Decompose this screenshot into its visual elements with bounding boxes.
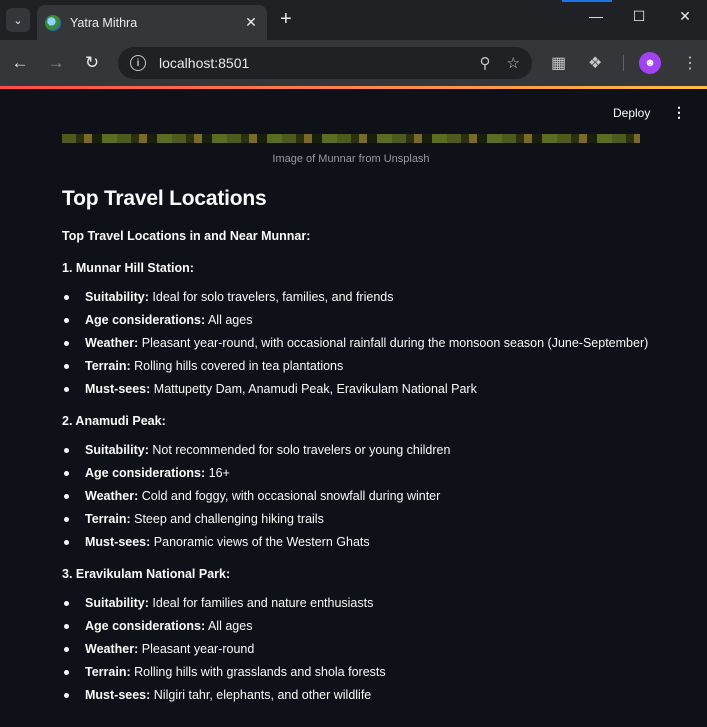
- forward-arrow-icon[interactable]: →: [45, 52, 67, 74]
- url-text[interactable]: localhost:8501: [159, 55, 464, 71]
- app-main: Deploy ⋮ Image of Munnar from Unsplash T…: [0, 89, 707, 727]
- list-item: Age considerations: 16+: [62, 466, 662, 481]
- list-item: Terrain: Rolling hills with grasslands a…: [62, 665, 662, 680]
- maximize-icon[interactable]: ☐: [616, 8, 662, 25]
- list-item: Terrain: Steep and challenging hiking tr…: [62, 512, 662, 527]
- munnar-image: [62, 134, 640, 143]
- zoom-icon[interactable]: ⚲: [480, 54, 491, 72]
- subheading: Top Travel Locations in and Near Munnar:: [62, 229, 311, 243]
- list-item: Suitability: Not recommended for solo tr…: [62, 443, 662, 458]
- browser-toolbar: ← → ↻ i localhost:8501 ⚲ ☆ ▦ ❖ ☻ ⋮: [0, 40, 707, 86]
- browser-tab[interactable]: Yatra Mithra ✕: [37, 5, 267, 40]
- app-menu-icon[interactable]: ⋮: [672, 104, 686, 121]
- chevron-down-icon: ⌄: [13, 14, 23, 27]
- reload-icon[interactable]: ↻: [81, 52, 103, 74]
- location-details-list: Suitability: Ideal for solo travelers, f…: [62, 290, 662, 397]
- list-item: Must-sees: Panoramic views of the Wester…: [62, 535, 662, 550]
- list-item: Weather: Pleasant year-round, with occas…: [62, 336, 662, 351]
- location-title: 1. Munnar Hill Station:: [62, 261, 194, 275]
- extensions-puzzle-icon[interactable]: ❖: [588, 53, 602, 73]
- list-item: Age considerations: All ages: [62, 619, 662, 634]
- globe-favicon-icon: [45, 14, 61, 31]
- browser-menu-icon[interactable]: ⋮: [682, 53, 698, 73]
- close-tab-icon[interactable]: ✕: [243, 14, 259, 31]
- list-item: Weather: Pleasant year-round: [62, 642, 662, 657]
- list-item: Age considerations: All ages: [62, 313, 662, 328]
- qr-code-icon[interactable]: ▦: [551, 53, 566, 73]
- toolbar-divider: [623, 55, 624, 71]
- location-title: 3. Eravikulam National Park:: [62, 567, 231, 581]
- bookmark-star-icon[interactable]: ☆: [507, 54, 520, 72]
- location-details-list: Suitability: Not recommended for solo tr…: [62, 443, 662, 550]
- list-item: Must-sees: Mattupetty Dam, Anamudi Peak,…: [62, 382, 662, 397]
- content-area: Top Travel Locations Top Travel Location…: [62, 187, 662, 720]
- page-heading: Top Travel Locations: [62, 187, 267, 210]
- location-title: 2. Anamudi Peak:: [62, 414, 166, 428]
- list-item: Suitability: Ideal for families and natu…: [62, 596, 662, 611]
- list-item: Terrain: Rolling hills covered in tea pl…: [62, 359, 662, 374]
- browser-tab-strip: ⌄ Yatra Mithra ✕ + — ☐ ✕: [0, 0, 707, 40]
- list-item: Must-sees: Nilgiri tahr, elephants, and …: [62, 688, 662, 703]
- profile-avatar-icon[interactable]: ☻: [639, 52, 661, 74]
- location-details-list: Suitability: Ideal for families and natu…: [62, 596, 662, 703]
- back-arrow-icon[interactable]: ←: [9, 52, 31, 74]
- tab-title: Yatra Mithra: [70, 15, 138, 30]
- minimize-icon[interactable]: —: [573, 8, 619, 24]
- accent-line: [562, 0, 612, 2]
- address-bar[interactable]: i localhost:8501 ⚲ ☆: [118, 47, 532, 79]
- list-item: Weather: Cold and foggy, with occasional…: [62, 489, 662, 504]
- site-info-icon[interactable]: i: [130, 55, 146, 71]
- new-tab-button[interactable]: +: [280, 9, 292, 29]
- deploy-button[interactable]: Deploy: [613, 106, 650, 120]
- window-close-icon[interactable]: ✕: [662, 8, 707, 25]
- image-caption: Image of Munnar from Unsplash: [272, 153, 430, 165]
- tab-search-button[interactable]: ⌄: [6, 8, 30, 32]
- list-item: Suitability: Ideal for solo travelers, f…: [62, 290, 662, 305]
